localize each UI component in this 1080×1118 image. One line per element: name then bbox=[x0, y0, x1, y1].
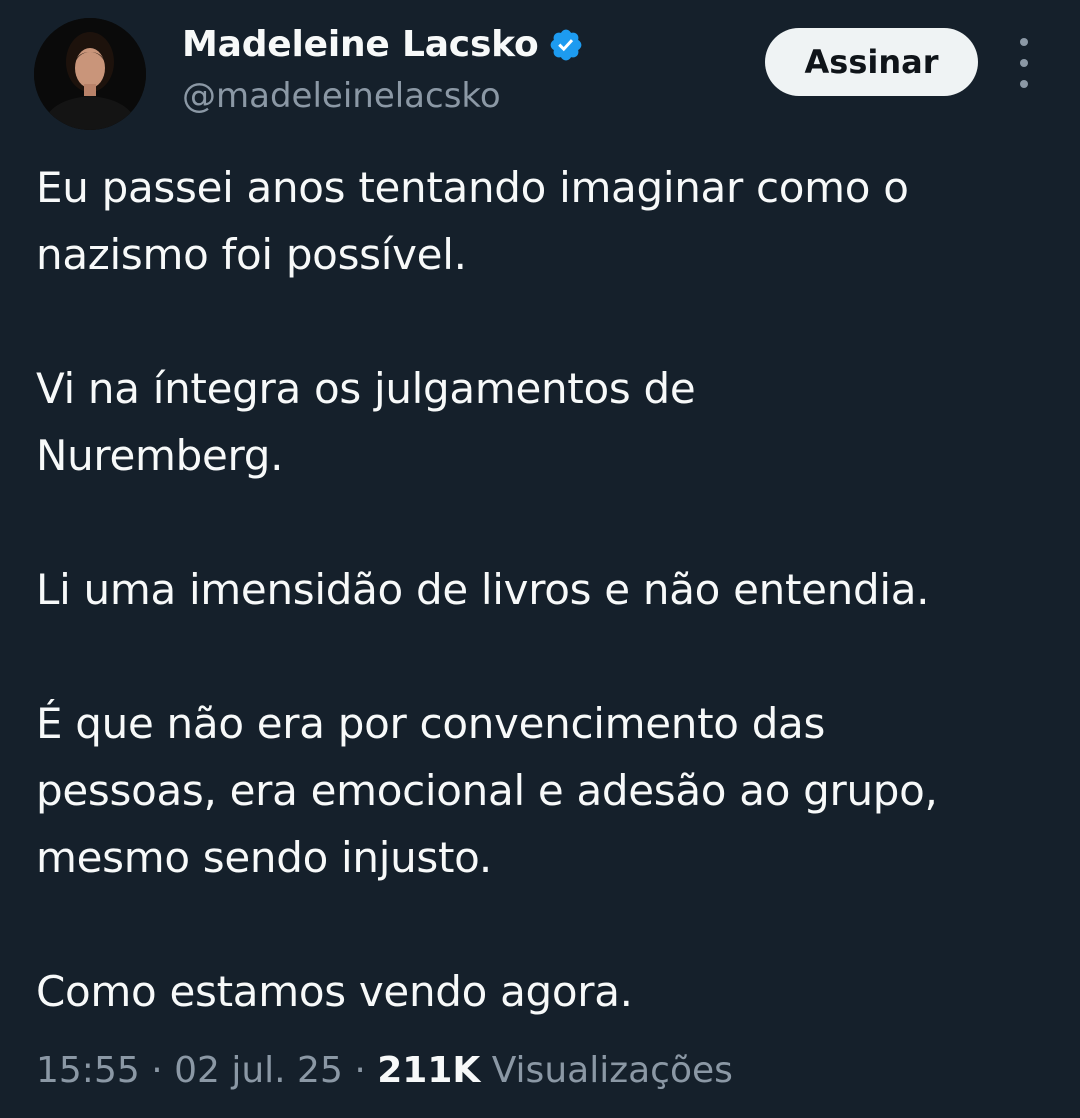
more-dot bbox=[1020, 59, 1028, 67]
author-name-row: Madeleine Lacsko bbox=[182, 22, 584, 68]
tweet-line: É que não era por convencimento das bbox=[36, 699, 826, 748]
meta-separator: · bbox=[342, 1050, 378, 1091]
tweet-line: Eu passei anos tentando imaginar como o bbox=[36, 163, 909, 212]
tweet-line: Vi na íntegra os julgamentos de bbox=[36, 364, 696, 413]
tweet-paragraph: Li uma imensidão de livros e não entendi… bbox=[36, 556, 1056, 623]
tweet-card: Madeleine Lacsko @madeleinelacsko Assina… bbox=[0, 0, 1080, 1118]
tweet-line: nazismo foi possível. bbox=[36, 230, 467, 279]
subscribe-button[interactable]: Assinar bbox=[765, 28, 978, 96]
avatar[interactable] bbox=[34, 18, 146, 130]
tweet-date[interactable]: 02 jul. 25 bbox=[174, 1050, 343, 1091]
verified-badge-icon bbox=[548, 27, 584, 63]
tweet-line: pessoas, era emocional e adesão ao grupo… bbox=[36, 766, 938, 815]
tweet-time[interactable]: 15:55 bbox=[36, 1050, 140, 1091]
tweet-metadata: 15:55 · 02 jul. 25 · 211K Visualizações bbox=[36, 1047, 733, 1095]
tweet-line: mesmo sendo injusto. bbox=[36, 833, 492, 882]
tweet-text: Eu passei anos tentando imaginar como o … bbox=[36, 154, 1056, 1025]
views-label: Visualizações bbox=[491, 1050, 733, 1091]
more-dot bbox=[1020, 80, 1028, 88]
meta-separator: · bbox=[139, 1050, 175, 1091]
avatar-portrait-icon bbox=[34, 18, 146, 130]
tweet-paragraph: É que não era por convencimento das pess… bbox=[36, 690, 1056, 891]
tweet-line: Como estamos vendo agora. bbox=[36, 967, 633, 1016]
tweet-paragraph: Eu passei anos tentando imaginar como o … bbox=[36, 154, 1056, 288]
tweet-line: Nuremberg. bbox=[36, 431, 284, 480]
tweet-paragraph: Como estamos vendo agora. bbox=[36, 958, 1056, 1025]
views-count[interactable]: 211K bbox=[377, 1050, 480, 1091]
tweet-line: Li uma imensidão de livros e não entendi… bbox=[36, 565, 930, 614]
more-options-icon[interactable] bbox=[1008, 38, 1040, 88]
tweet-paragraph: Vi na íntegra os julgamentos de Nurember… bbox=[36, 355, 1056, 489]
more-dot bbox=[1020, 38, 1028, 46]
author-display-name[interactable]: Madeleine Lacsko bbox=[182, 22, 539, 68]
author-handle[interactable]: @madeleinelacsko bbox=[182, 74, 501, 118]
